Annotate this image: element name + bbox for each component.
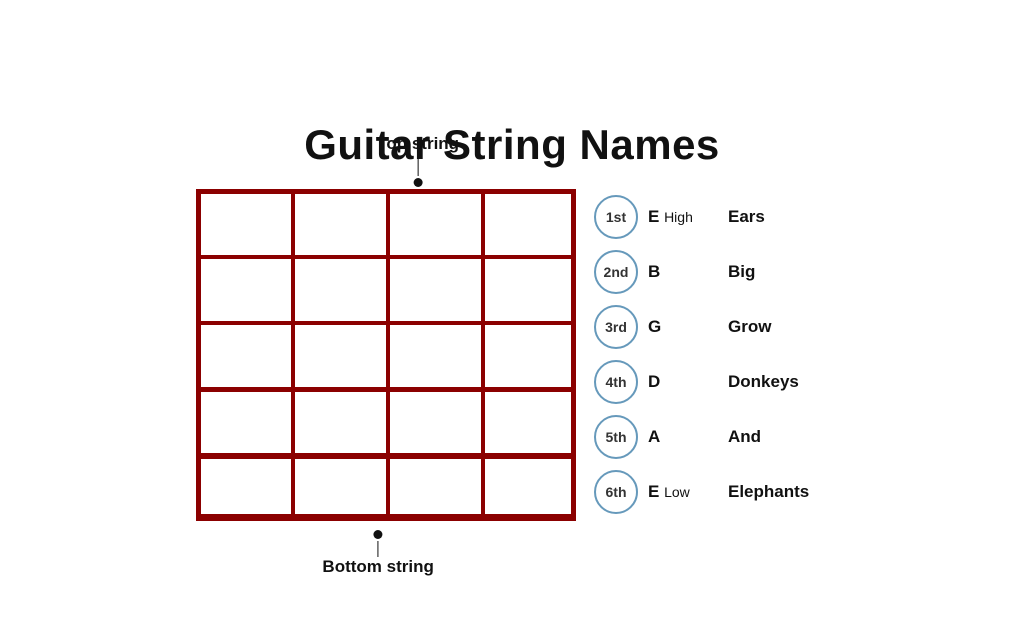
string-note-2: B (648, 262, 718, 282)
top-label-line (418, 156, 419, 176)
page-title: Guitar String Names (304, 121, 720, 169)
top-label-text: Top string (377, 134, 459, 154)
string-row-5: 5th A And (594, 409, 828, 464)
page-container: Guitar String Names Top string (0, 0, 1024, 640)
fret-1-line (291, 189, 295, 519)
string-badge-5: 5th (594, 415, 638, 459)
string-note-6: E Low (648, 482, 718, 502)
string-mnemonic-6: Elephants (728, 482, 828, 502)
string-badge-3: 3rd (594, 305, 638, 349)
string-mnemonic-1: Ears (728, 207, 828, 227)
string-note-5: A (648, 427, 718, 447)
string-badge-1: 1st (594, 195, 638, 239)
string-row-6: 6th E Low Elephants (594, 464, 828, 519)
fret-2-line (386, 189, 390, 519)
string-badge-2: 2nd (594, 250, 638, 294)
string-row-3: 3rd G Grow (594, 299, 828, 354)
string-note-3: G (648, 317, 718, 337)
string-mnemonic-5: And (728, 427, 828, 447)
string-badge-6: 6th (594, 470, 638, 514)
top-dot (414, 178, 423, 187)
diagram-area: Top string (196, 189, 828, 519)
bottom-label: Bottom string (322, 530, 433, 577)
string-mnemonic-4: Donkeys (728, 372, 828, 392)
fret-3-line (481, 189, 485, 519)
string-mnemonic-3: Grow (728, 317, 828, 337)
string-row-2: 2nd B Big (594, 244, 828, 299)
string-badge-4: 4th (594, 360, 638, 404)
fretboard (196, 189, 576, 519)
bottom-label-text: Bottom string (322, 557, 433, 577)
string-table: 1st E High Ears 2nd B Big 3rd G Grow 4th D Donkeys 5… (594, 189, 828, 519)
string-mnemonic-2: Big (728, 262, 828, 282)
bottom-label-line (378, 541, 379, 557)
top-label: Top string (377, 134, 459, 187)
string-row-4: 4th D Donkeys (594, 354, 828, 409)
string-note-1: E High (648, 207, 718, 227)
fretboard-wrapper: Top string (196, 189, 576, 519)
string-row-1: 1st E High Ears (594, 189, 828, 244)
string-note-4: D (648, 372, 718, 392)
bottom-dot (374, 530, 383, 539)
